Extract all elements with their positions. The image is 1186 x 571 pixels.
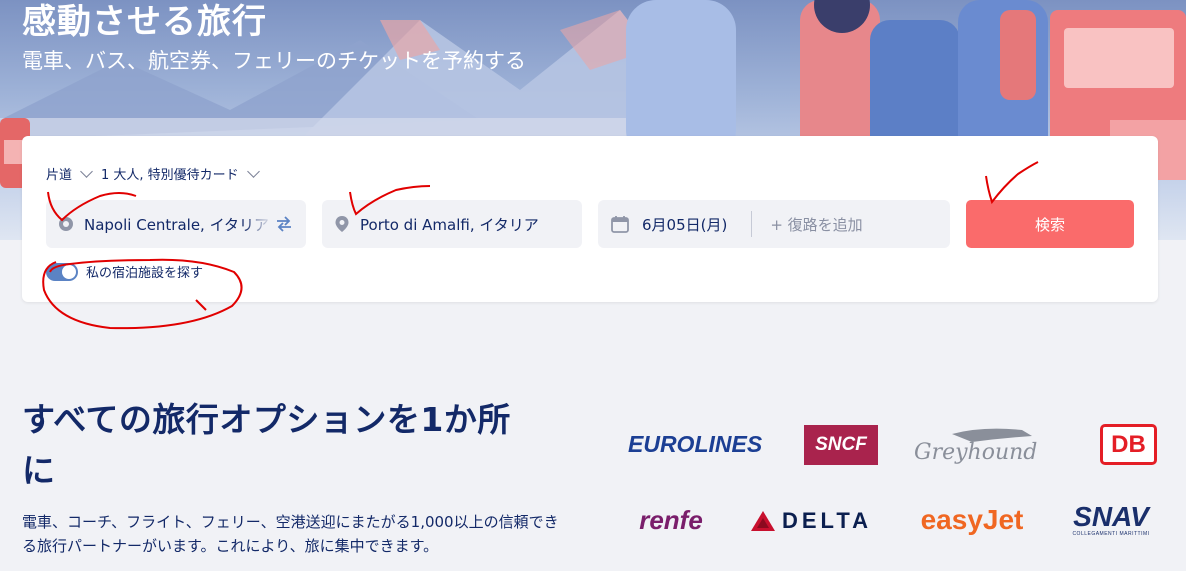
snav-logo-text: SNAV xyxy=(1073,501,1149,532)
sncf-logo: SNCF xyxy=(804,425,878,465)
accommodation-toggle[interactable] xyxy=(46,262,78,281)
eurolines-logo: EUROLINES xyxy=(628,424,774,464)
departure-date: 6月05日(月) xyxy=(642,215,728,234)
swap-icon[interactable] xyxy=(274,214,294,234)
section-heading: すべての旅行オプションを1か所に xyxy=(22,400,511,490)
origin-circle-icon xyxy=(59,217,73,231)
section-description: 電車、コーチ、フライト、フェリー、空港送迎にまたがる1,000以上の信頼できる旅… xyxy=(22,513,559,555)
renfe-logo-text: renfe xyxy=(639,504,703,535)
greyhound-logo-text: Greyhound xyxy=(914,440,1037,465)
renfe-logo: renfe xyxy=(628,500,714,540)
search-options: 片道 1 大人, 特別優待カード xyxy=(46,164,260,183)
hero-subtitle: 電車、バス、航空券、フェリーのチケットを予約する xyxy=(22,49,526,73)
chevron-down-icon xyxy=(80,164,93,178)
delta-widget-icon xyxy=(750,511,775,531)
search-form: 片道 1 大人, 特別優待カード Napoli Centrale, イタリア P… xyxy=(22,136,1158,302)
destination-value: Porto di Amalfi, イタリア xyxy=(360,215,539,234)
chevron-down-icon xyxy=(246,164,260,178)
passengers-dropdown[interactable]: 1 大人, 特別優待カード xyxy=(101,164,260,183)
origin-field[interactable]: Napoli Centrale, イタリア xyxy=(46,200,306,248)
accommodation-toggle-row: 私の宿泊施設を探す xyxy=(46,262,203,281)
hero-title: 感動させる旅行 xyxy=(22,2,267,42)
easyjet-logo: easyJet xyxy=(908,500,1036,540)
trip-type-label: 片道 xyxy=(46,168,73,183)
passengers-label: 1 大人, 特別優待カード xyxy=(101,168,239,183)
greyhound-logo: Greyhound xyxy=(912,424,1068,466)
snav-tagline: COLLEGAMENTI MARITTIMI xyxy=(1072,531,1150,537)
db-logo-text: DB xyxy=(1111,430,1146,458)
destination-field[interactable]: Porto di Amalfi, イタリア xyxy=(322,200,582,248)
delta-logo: DELTA xyxy=(742,504,880,538)
easyjet-logo-text: easyJet xyxy=(920,504,1024,535)
date-divider xyxy=(751,211,753,237)
add-return-button[interactable]: + 復路を追加 xyxy=(770,214,862,235)
search-button[interactable]: 検索 xyxy=(966,200,1134,248)
eurolines-logo-text: EUROLINES xyxy=(628,431,763,457)
db-logo: DB xyxy=(1100,424,1157,465)
snav-logo: SNAV COLLEGAMENTI MARITTIMI xyxy=(1064,502,1158,538)
trip-type-dropdown[interactable]: 片道 xyxy=(46,164,93,183)
accommodation-toggle-label: 私の宿泊施設を探す xyxy=(86,266,204,281)
sncf-logo-text: SNCF xyxy=(815,434,867,455)
delta-logo-text: DELTA xyxy=(781,508,873,533)
location-pin-icon xyxy=(335,216,349,232)
origin-value: Napoli Centrale, イタリア xyxy=(84,215,269,234)
date-field[interactable]: 6月05日(月) + 復路を追加 xyxy=(598,200,950,248)
calendar-icon xyxy=(611,216,629,233)
